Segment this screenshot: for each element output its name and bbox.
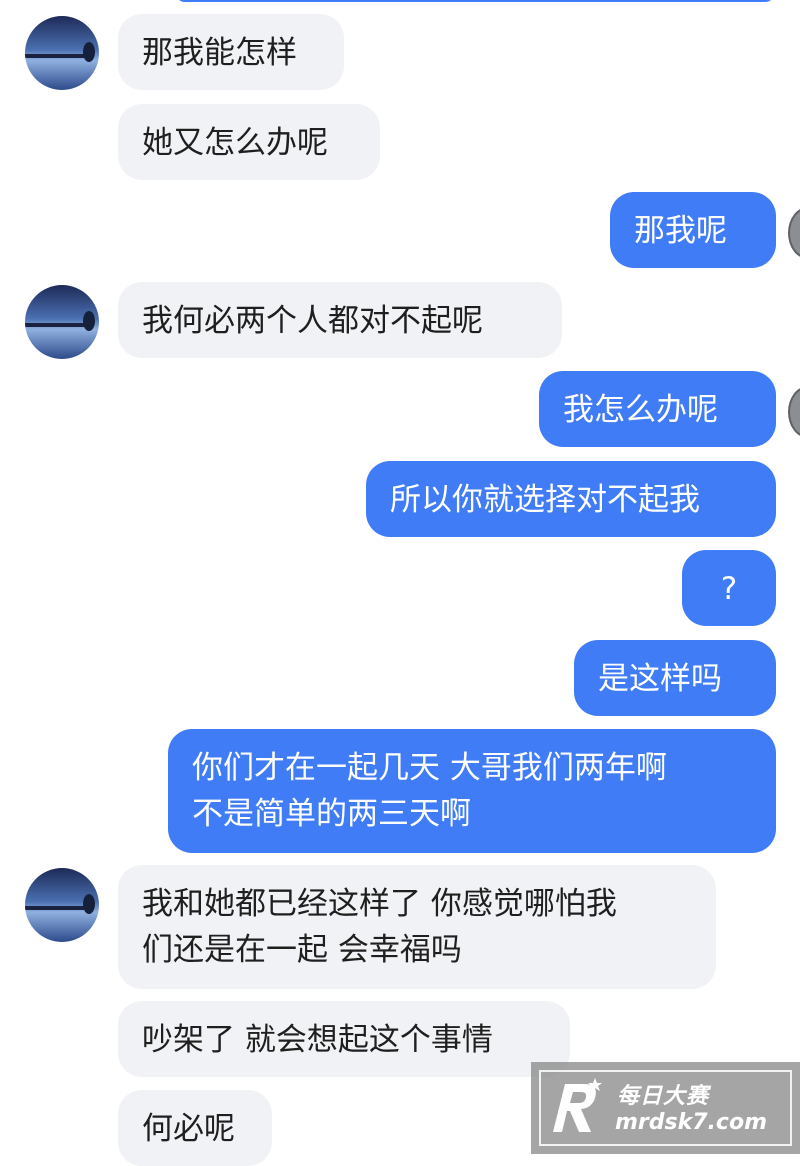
- message-bubble-outgoing[interactable]: 是这样吗: [574, 640, 776, 716]
- my-avatar[interactable]: [788, 207, 800, 259]
- message-bubble-incoming[interactable]: 我和她都已经这样了 你感觉哪怕我 们还是在一起 会幸福吗: [118, 865, 716, 989]
- message-bubble-incoming[interactable]: 那我能怎样: [118, 14, 344, 90]
- contact-avatar[interactable]: [25, 16, 99, 90]
- message-bubble-incoming[interactable]: 吵架了 就会想起这个事情: [118, 1001, 570, 1077]
- previous-outgoing-bubble-edge: [175, 0, 775, 2]
- contact-avatar[interactable]: [25, 868, 99, 942]
- message-bubble-outgoing[interactable]: 你们才在一起几天 大哥我们两年啊 不是简单的两三天啊: [168, 729, 776, 853]
- message-bubble-outgoing[interactable]: 那我呢: [610, 192, 776, 268]
- my-avatar[interactable]: [788, 386, 800, 438]
- message-bubble-incoming[interactable]: 她又怎么办呢: [118, 104, 380, 180]
- contact-avatar[interactable]: [25, 285, 99, 359]
- message-bubble-incoming[interactable]: 我何必两个人都对不起呢: [118, 282, 562, 358]
- watermark-domain: mrdsk7.com: [615, 1110, 767, 1135]
- message-bubble-incoming[interactable]: 何必呢: [118, 1090, 272, 1166]
- message-bubble-outgoing[interactable]: 我怎么办呢: [539, 371, 776, 447]
- message-bubble-outgoing[interactable]: 所以你就选择对不起我: [366, 461, 776, 537]
- message-bubble-outgoing[interactable]: ?: [682, 550, 776, 626]
- site-watermark: 每日大赛 mrdsk7.com: [531, 1062, 800, 1154]
- lake-landscape-icon: [25, 868, 99, 942]
- lake-landscape-icon: [25, 16, 99, 90]
- r-star-logo-icon: [553, 1078, 602, 1132]
- lake-landscape-icon: [25, 285, 99, 359]
- watermark-site-name: 每日大赛: [617, 1084, 710, 1109]
